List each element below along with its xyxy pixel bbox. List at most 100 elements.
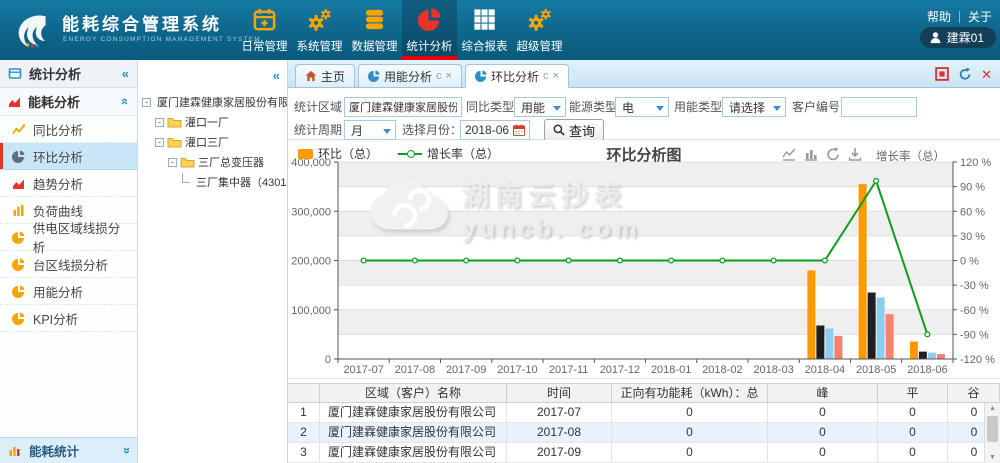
chart-panel: 环比（总） 增长率（总） 环比分析图 增长率（总） 400,000300,000… bbox=[288, 140, 1000, 375]
app-logo-swan-icon bbox=[8, 6, 56, 54]
customer-id-input[interactable] bbox=[841, 97, 917, 117]
sidebar-item-station-line-loss[interactable]: 台区线损分析 bbox=[0, 251, 137, 278]
energy-type-select[interactable]: 电 bbox=[615, 97, 669, 117]
toolbox-line-chart-icon[interactable] bbox=[782, 147, 796, 161]
pie-icon bbox=[12, 258, 25, 271]
sidebar-footer-energy-statistics[interactable]: 能耗统计 « bbox=[0, 437, 137, 463]
col-header-rownum bbox=[288, 384, 320, 404]
chart-toolbox bbox=[782, 147, 862, 161]
sidebar-panel-title: 统计分析 bbox=[29, 64, 115, 83]
bar-chart-icon bbox=[12, 204, 25, 217]
about-link[interactable]: 关于 bbox=[968, 8, 992, 25]
period-select[interactable]: 月 bbox=[344, 120, 396, 140]
nav-statistics-analysis[interactable]: 统计分析 bbox=[402, 0, 457, 60]
table-row[interactable]: 2 厦门建霖健康家居股份有限公司 2017-08 0 0 0 0 bbox=[288, 423, 1000, 443]
col-header-flat: 平 bbox=[878, 384, 948, 404]
tree-node-plant3[interactable]: - 灌口三厂 bbox=[142, 132, 287, 152]
tab-mom-analysis[interactable]: 环比分析 c × bbox=[465, 64, 569, 88]
svg-text:-60 %: -60 % bbox=[960, 305, 989, 317]
nav-system-management[interactable]: 系统管理 bbox=[292, 0, 347, 60]
svg-text:-30 %: -30 % bbox=[960, 280, 989, 292]
tree-expander-icon[interactable]: - bbox=[155, 138, 164, 147]
app-subtitle: ENERGY CONSUMPTION MANAGEMENT SYSTEM bbox=[63, 36, 261, 43]
nav-daily-management[interactable]: 日常管理 bbox=[237, 0, 292, 60]
data-table: 区域（客户）名称 时间 正向有功能耗（kWh）：总 峰 平 谷 1 厦门建霖健康… bbox=[288, 375, 1000, 463]
nav-data-management[interactable]: 数据管理 bbox=[347, 0, 402, 60]
tab-energy-usage-analysis[interactable]: 用能分析 c × bbox=[358, 64, 462, 87]
right-axis-name: 增长率（总） bbox=[876, 148, 945, 164]
svg-text:2018-02: 2018-02 bbox=[702, 364, 742, 375]
refresh-icon[interactable] bbox=[958, 67, 972, 81]
sidebar-item-region-line-loss[interactable]: 供电区域线损分析 bbox=[0, 224, 137, 251]
collapse-down-icon[interactable]: « bbox=[118, 447, 133, 454]
toolbox-bar-chart-icon[interactable] bbox=[804, 147, 818, 161]
col-header-peak: 峰 bbox=[768, 384, 878, 404]
scroll-up-icon[interactable]: ▲ bbox=[985, 405, 1000, 412]
svg-text:100,000: 100,000 bbox=[291, 305, 331, 317]
tree-connector bbox=[182, 173, 190, 183]
svg-text:-120 %: -120 % bbox=[960, 354, 995, 366]
sidebar-panel-header[interactable]: 统计分析 « bbox=[0, 60, 137, 88]
sidebar-item-yoy-analysis[interactable]: 同比分析 bbox=[0, 116, 137, 143]
tab-refresh-icon[interactable]: c bbox=[436, 70, 442, 82]
sidebar: 统计分析 « 能耗分析 « 同比分析 环比分析 趋势分析 负荷曲线 bbox=[0, 60, 138, 463]
tree-node-plant1[interactable]: - 灌口一厂 bbox=[142, 112, 287, 132]
help-link[interactable]: 帮助 bbox=[927, 8, 951, 25]
collapse-up-icon[interactable]: « bbox=[118, 98, 133, 105]
collapse-left-icon[interactable]: « bbox=[122, 66, 129, 81]
chevron-down-icon bbox=[656, 106, 664, 111]
line-chart-icon bbox=[12, 123, 25, 136]
pie-icon bbox=[368, 70, 380, 82]
tab-close-icon[interactable]: × bbox=[552, 70, 558, 82]
sidebar-item-trend-analysis[interactable]: 趋势分析 bbox=[0, 170, 137, 197]
svg-text:2017-11: 2017-11 bbox=[549, 364, 589, 375]
tab-refresh-icon[interactable]: c bbox=[543, 70, 549, 82]
tree-expander-icon[interactable]: - bbox=[155, 118, 164, 127]
tree-expander-icon[interactable]: - bbox=[168, 158, 177, 167]
svg-text:60 %: 60 % bbox=[960, 206, 985, 218]
sidebar-item-kpi-analysis[interactable]: KPI分析 bbox=[0, 305, 137, 332]
area-input[interactable] bbox=[344, 97, 462, 117]
user-menu[interactable]: 建霖01 bbox=[920, 27, 996, 48]
pie-icon bbox=[475, 70, 487, 82]
tree-node-transformer[interactable]: - 三厂总变压器 bbox=[142, 152, 287, 172]
nav-comprehensive-reports[interactable]: 综合报表 bbox=[457, 0, 512, 60]
table-row[interactable]: 3 厦门建霖健康家居股份有限公司 2017-09 0 0 0 0 bbox=[288, 443, 1000, 463]
gears-icon bbox=[512, 5, 567, 33]
main-content: 主页 用能分析 c × 环比分析 c × ✕ 统计区域： bbox=[288, 60, 1000, 463]
nav-super-management[interactable]: 超级管理 bbox=[512, 0, 567, 60]
col-header-time: 时间 bbox=[507, 384, 612, 404]
table-row[interactable]: 1 厦门建霖健康家居股份有限公司 2017-07 0 0 0 0 bbox=[288, 403, 1000, 423]
fullscreen-icon[interactable] bbox=[935, 67, 949, 81]
usage-type-select[interactable]: 请选择 bbox=[722, 97, 786, 117]
svg-text:200,000: 200,000 bbox=[291, 256, 331, 268]
tree-node-company[interactable]: - 厦门建霖健康家居股份有限公司 bbox=[142, 92, 287, 112]
scrollbar-thumb[interactable] bbox=[987, 416, 998, 442]
sidebar-section-energy-analysis[interactable]: 能耗分析 « bbox=[0, 88, 137, 116]
tab-home[interactable]: 主页 bbox=[295, 64, 355, 87]
legend-item-growth-rate[interactable]: 增长率（总） bbox=[398, 145, 499, 162]
sidebar-item-energy-usage-analysis[interactable]: 用能分析 bbox=[0, 278, 137, 305]
tab-close-icon[interactable]: × bbox=[446, 70, 452, 82]
svg-text:2017-12: 2017-12 bbox=[600, 364, 640, 375]
svg-text:0: 0 bbox=[325, 354, 331, 366]
scroll-down-icon[interactable]: ▼ bbox=[985, 454, 1000, 461]
svg-text:300,000: 300,000 bbox=[291, 206, 331, 218]
svg-text:90 %: 90 % bbox=[960, 182, 985, 194]
col-header-name: 区域（客户）名称 bbox=[320, 384, 507, 404]
table-scrollbar[interactable]: ▲ ▼ bbox=[984, 403, 1000, 463]
tree-expander-icon[interactable]: - bbox=[142, 98, 151, 107]
yoy-type-select[interactable]: 用能 bbox=[514, 97, 566, 117]
tree-collapse-icon[interactable]: « bbox=[273, 68, 280, 83]
legend-item-mom-total[interactable]: 环比（总） bbox=[298, 145, 378, 162]
toolbox-restore-icon[interactable] bbox=[826, 147, 840, 161]
tree-node-concentrator[interactable]: 三厂集中器（4301003 bbox=[142, 172, 287, 192]
close-icon[interactable]: ✕ bbox=[981, 68, 992, 81]
toolbox-download-icon[interactable] bbox=[848, 147, 862, 161]
query-button[interactable]: 查询 bbox=[544, 119, 604, 141]
svg-text:30 %: 30 % bbox=[960, 231, 985, 243]
sidebar-item-mom-analysis[interactable]: 环比分析 bbox=[0, 143, 137, 170]
month-picker[interactable]: 2018-06 bbox=[460, 120, 530, 140]
tab-tools: ✕ bbox=[935, 67, 992, 81]
app-title: 能耗综合管理系统 bbox=[62, 10, 222, 35]
